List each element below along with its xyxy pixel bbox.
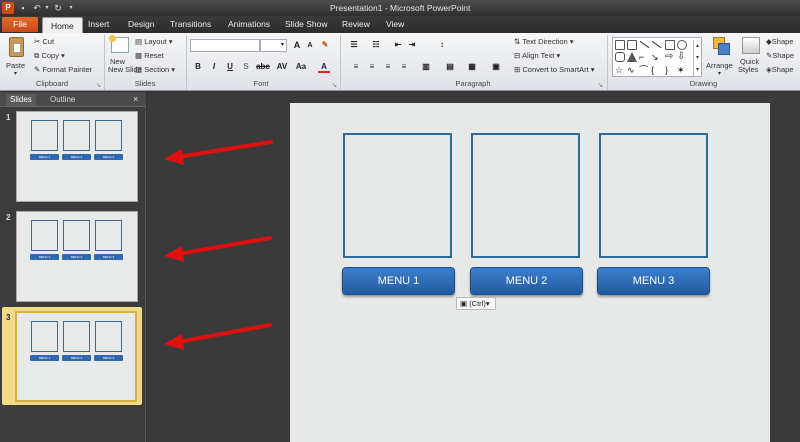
red-arrow-icon [164,236,272,262]
red-arrow-icon [164,140,273,165]
red-arrow-icon [164,323,272,350]
annotation-arrows [164,140,273,350]
